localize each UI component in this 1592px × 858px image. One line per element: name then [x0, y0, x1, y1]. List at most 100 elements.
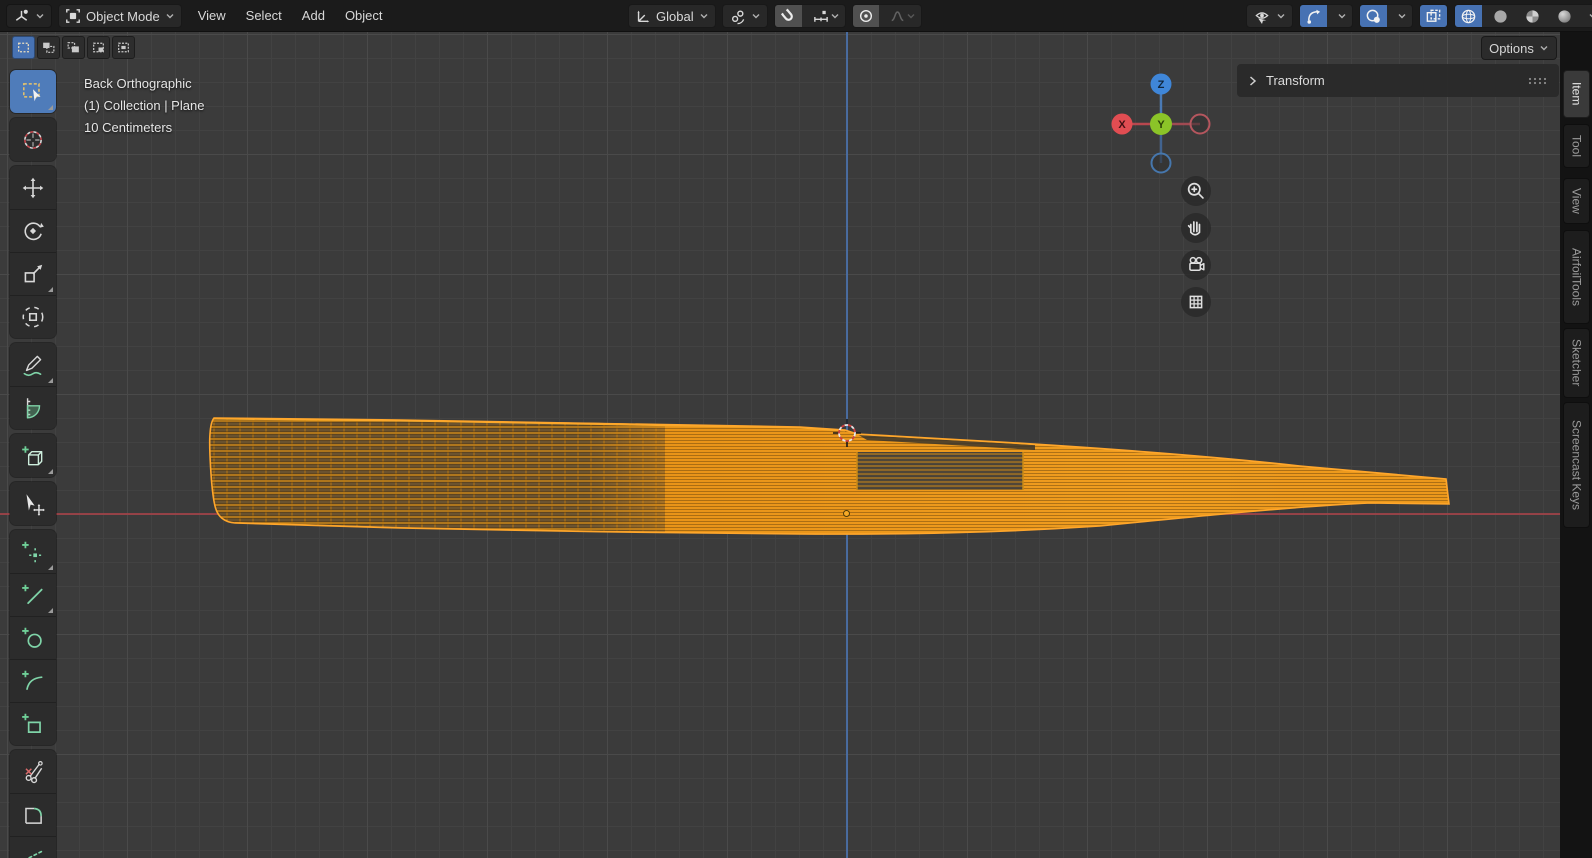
- add-line-icon: [22, 584, 46, 608]
- tab-label: Screencast Keys: [1569, 419, 1584, 511]
- tab-screencast-keys[interactable]: Screencast Keys: [1563, 402, 1590, 528]
- tab-sketcher[interactable]: Sketcher: [1563, 328, 1590, 398]
- axis-neg-x-ball[interactable]: [1189, 113, 1211, 135]
- tool-add-line[interactable]: [10, 573, 56, 616]
- axis-z-ball[interactable]: Z: [1150, 73, 1172, 95]
- scale-icon: [20, 264, 43, 287]
- select-mode-extend[interactable]: [37, 36, 60, 59]
- mode-selector[interactable]: Object Mode: [58, 4, 182, 28]
- tool-measure[interactable]: [10, 386, 56, 429]
- gizmo-options-dropdown[interactable]: [1332, 5, 1352, 27]
- toggle-grid-button[interactable]: [1181, 287, 1211, 317]
- solid-shading-icon: [1494, 9, 1507, 23]
- show-gizmo-toggle[interactable]: [1300, 5, 1327, 27]
- shading-rendered-button[interactable]: [1551, 5, 1578, 27]
- construction-line-icon: [20, 845, 46, 858]
- shading-solid-button[interactable]: [1487, 5, 1514, 27]
- tool-transform[interactable]: [10, 295, 56, 338]
- tool-select-box[interactable]: [10, 70, 56, 113]
- tab-view[interactable]: View: [1563, 178, 1590, 224]
- axis-y-ball[interactable]: Y: [1150, 113, 1172, 135]
- tool-trim[interactable]: [10, 750, 56, 793]
- rotate-icon: [20, 218, 44, 244]
- snap-toggle[interactable]: [774, 5, 802, 27]
- snap-target-selector[interactable]: [807, 5, 845, 27]
- tool-scale[interactable]: [10, 252, 56, 295]
- select-extend-icon: [43, 42, 56, 55]
- select-invert-icon: [91, 40, 106, 55]
- overlays-options-dropdown[interactable]: [1392, 5, 1412, 27]
- subtool-indicator: [48, 378, 53, 383]
- chevron-down-icon: [1540, 46, 1548, 51]
- grid-icon: [1183, 289, 1209, 315]
- wing-object[interactable]: [195, 400, 1465, 550]
- select-mode-intersect[interactable]: [112, 36, 135, 59]
- tool-add-arc[interactable]: [10, 659, 56, 702]
- tool-tweak-move[interactable]: [10, 482, 56, 525]
- axis-x-ball[interactable]: X: [1111, 113, 1133, 135]
- menu-object[interactable]: Object: [335, 0, 393, 32]
- gizmo-icon: [1307, 9, 1321, 24]
- pan-button[interactable]: [1181, 213, 1211, 243]
- subtool-indicator: [48, 105, 53, 110]
- show-object-types-selector[interactable]: [1246, 4, 1293, 28]
- options-button[interactable]: Options: [1481, 36, 1557, 60]
- tool-add-point[interactable]: [10, 530, 56, 573]
- menu-view[interactable]: View: [188, 0, 236, 32]
- select-mode-set[interactable]: [12, 36, 35, 59]
- pivot-point-selector[interactable]: [721, 4, 768, 28]
- toggle-xray[interactable]: [1420, 5, 1447, 27]
- panel-drag-dots-icon[interactable]: [1527, 76, 1549, 86]
- shading-options-dropdown[interactable]: [1583, 5, 1592, 27]
- orientation-label: Global: [656, 8, 694, 24]
- toolbar: [10, 70, 56, 858]
- transform-panel-header[interactable]: Transform: [1237, 64, 1559, 97]
- tool-add-rectangle[interactable]: [10, 702, 56, 745]
- subtool-indicator: [48, 608, 53, 613]
- camera-view-button[interactable]: [1181, 250, 1211, 280]
- chevron-down-icon: [700, 14, 708, 19]
- trim-scissors-icon: [20, 759, 46, 785]
- gizmo-controls: [1299, 4, 1353, 28]
- menu-add[interactable]: Add: [292, 0, 335, 32]
- shading-material-button[interactable]: [1519, 5, 1546, 27]
- tool-move[interactable]: [10, 166, 56, 209]
- xray-icon: [1425, 8, 1442, 25]
- tool-add-cube[interactable]: [10, 434, 56, 477]
- axis-neg-z-ball[interactable]: [1150, 152, 1172, 174]
- svg-text:Y: Y: [1157, 119, 1165, 131]
- add-cube-icon: [22, 445, 46, 469]
- tab-item[interactable]: Item: [1563, 70, 1590, 118]
- snap-increment-icon: [812, 10, 830, 22]
- tool-annotate[interactable]: [10, 343, 56, 386]
- select-box-icon: [20, 79, 41, 101]
- axis-navigation-gizmo[interactable]: Z X Y: [1106, 69, 1216, 179]
- tab-airfoiltools[interactable]: AirfoilTools: [1563, 230, 1590, 324]
- show-overlays-toggle[interactable]: [1360, 5, 1387, 27]
- proportional-editing-toggle[interactable]: [852, 5, 879, 27]
- menu-select[interactable]: Select: [236, 0, 292, 32]
- tool-fillet[interactable]: [10, 793, 56, 836]
- panel-title: Transform: [1266, 73, 1325, 88]
- select-intersect-icon: [116, 40, 131, 55]
- select-mode-subtract[interactable]: [62, 36, 85, 59]
- falloff-curve-icon: [889, 8, 906, 24]
- select-mode-buttons: [12, 36, 135, 59]
- magnet-icon: [780, 8, 797, 25]
- tool-cursor[interactable]: [10, 118, 56, 161]
- pivot-point-icon: [729, 8, 746, 25]
- overlays-icon: [1365, 8, 1380, 23]
- shading-wireframe-button[interactable]: [1455, 5, 1482, 27]
- tool-rotate[interactable]: [10, 209, 56, 252]
- transform-orientation-selector[interactable]: Global: [628, 4, 716, 28]
- select-mode-invert[interactable]: [87, 36, 110, 59]
- tool-construction-line[interactable]: [10, 836, 56, 858]
- editor-type-selector[interactable]: [6, 4, 52, 28]
- proportional-falloff-selector[interactable]: [884, 5, 921, 27]
- tool-add-circle[interactable]: [10, 616, 56, 659]
- visibility-eye-icon: [1253, 8, 1271, 24]
- tab-tool[interactable]: Tool: [1563, 124, 1590, 168]
- chevron-down-icon: [1338, 14, 1346, 19]
- zoom-button[interactable]: [1181, 176, 1211, 206]
- chevron-down-icon: [907, 14, 915, 19]
